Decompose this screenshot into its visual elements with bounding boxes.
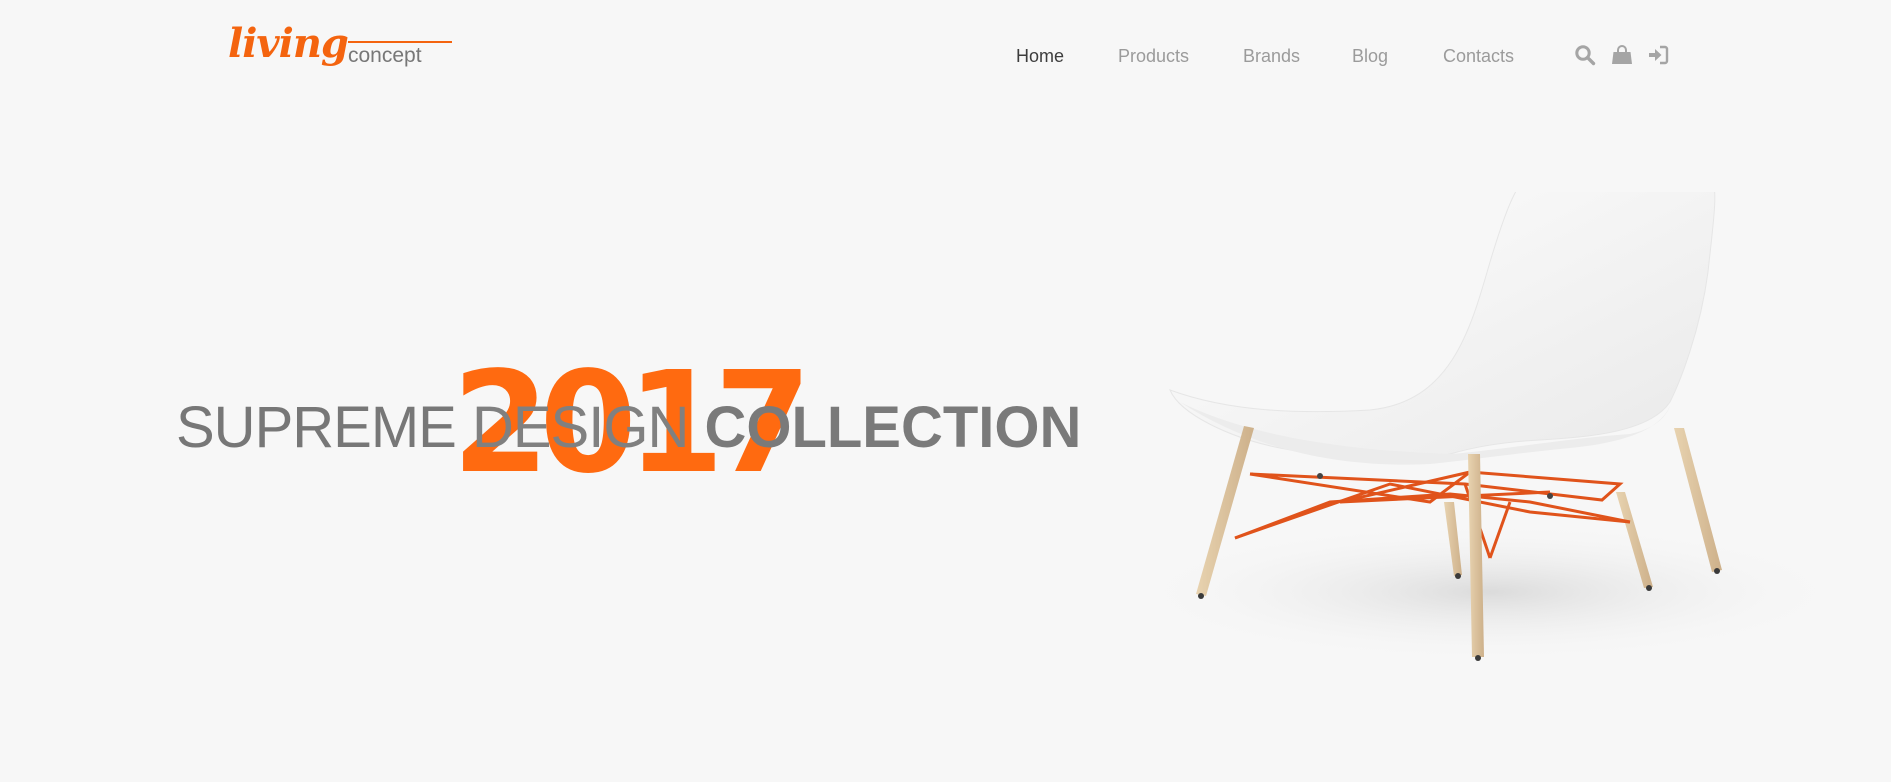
logo-rule [348,41,452,43]
brand-logo[interactable]: living concept [228,20,452,80]
nav-item-products[interactable]: Products [1118,43,1189,69]
chair-image [1130,192,1850,662]
hero-banner: 2017 SUPREME DESIGN COLLECTION [0,92,1891,782]
nav-item-brands[interactable]: Brands [1243,43,1300,69]
nav-item-home[interactable]: Home [1016,43,1064,69]
hero-headline: SUPREME DESIGN COLLECTION [176,396,1081,460]
shopping-bag-icon[interactable] [1611,44,1633,66]
site-header: living concept Home Products Brands Blog… [0,0,1891,92]
nav-item-blog[interactable]: Blog [1352,43,1388,69]
headline-word-supreme: SUPREME [176,395,457,460]
login-icon[interactable] [1647,44,1669,66]
nav-item-contacts[interactable]: Contacts [1443,43,1514,69]
headline-word-collection: COLLECTION [704,395,1082,460]
logo-wordmark: living [228,20,349,67]
search-icon[interactable] [1574,44,1596,66]
headline-word-design: DESIGN [471,395,689,460]
logo-subtitle: concept [348,44,422,67]
